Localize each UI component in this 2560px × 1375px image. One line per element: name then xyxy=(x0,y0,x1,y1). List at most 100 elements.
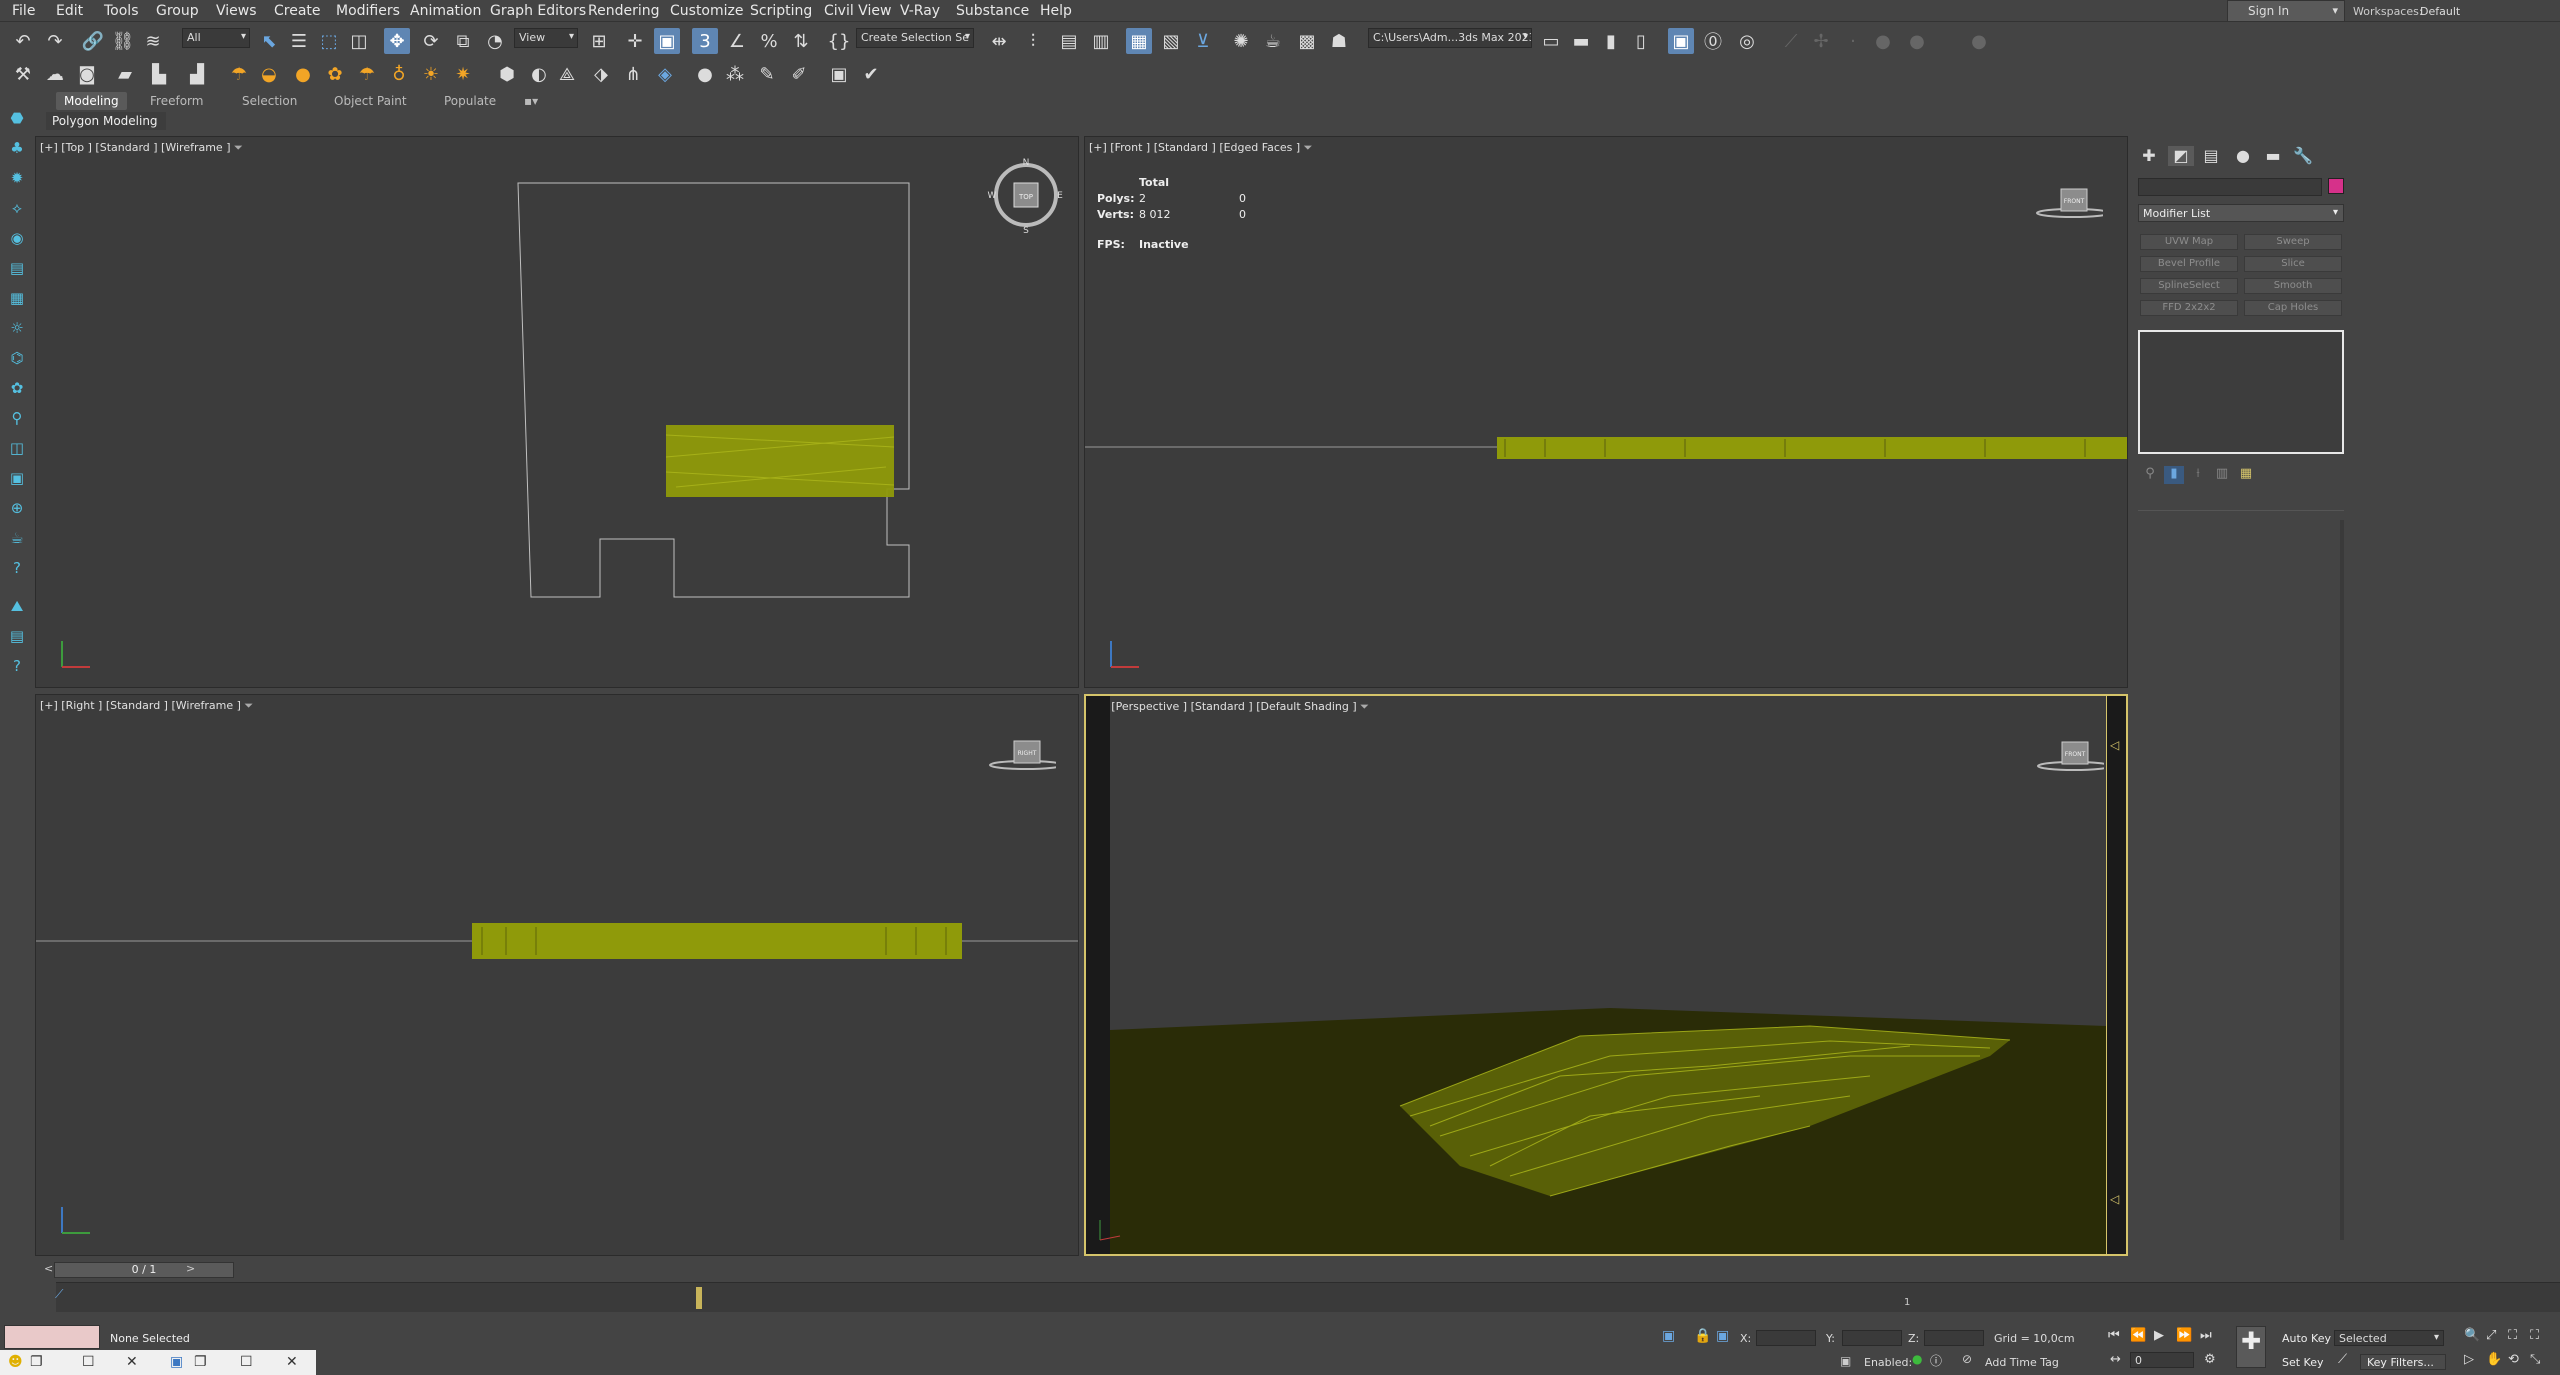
rectangular-selection-icon[interactable]: ⬚ xyxy=(316,28,342,54)
create-camera-icon[interactable]: ⟡ xyxy=(5,196,29,220)
adaptive-degradation-icon[interactable]: ▣ xyxy=(1840,1354,1851,1368)
reference-coordinate-dropdown[interactable]: View xyxy=(514,28,578,48)
menu-graph-editors[interactable]: Graph Editors xyxy=(490,3,586,19)
help-icon-2[interactable]: ? xyxy=(5,654,29,678)
paint-icon[interactable]: ✎ xyxy=(754,61,780,87)
angle-snap-icon[interactable]: ∠ xyxy=(724,28,750,54)
vray-interactive-icon[interactable]: ▮ xyxy=(1598,28,1624,54)
next-frame-icon[interactable]: ⏩ xyxy=(2176,1328,2192,1343)
percent-snap-icon[interactable]: % xyxy=(756,28,782,54)
vray-logo-icon[interactable]: ✔ xyxy=(858,61,884,87)
prev-frame-icon[interactable]: < xyxy=(44,1262,53,1275)
viewport-top[interactable]: [+] [Top ] [Standard ] [Wireframe ] TOP … xyxy=(35,136,1079,688)
vray-decal-icon[interactable]: ◈ xyxy=(652,61,678,87)
vray-scene-icon[interactable]: ▟ xyxy=(184,61,210,87)
modify-tab-icon[interactable]: ◩ xyxy=(2168,146,2194,166)
menu-help[interactable]: Help xyxy=(1040,3,1072,19)
hammer-icon[interactable]: ⚒ xyxy=(10,61,36,87)
utilities-tab-icon[interactable]: 🔧 xyxy=(2290,146,2316,166)
viewport-right[interactable]: [+] [Right ] [Standard ] [Wireframe ] RI… xyxy=(35,694,1079,1256)
create-tab-icon[interactable]: ✚ xyxy=(2136,146,2162,166)
tab-modeling[interactable]: Modeling xyxy=(56,92,127,110)
viewcube-front[interactable]: FRONT xyxy=(2033,173,2103,223)
mod-bevel-profile-button[interactable]: Bevel Profile xyxy=(2140,256,2238,272)
set-key-button[interactable]: Set Key xyxy=(2282,1356,2324,1369)
pan-icon[interactable]: ✋ xyxy=(2486,1352,2502,1367)
multi-sphere-icon[interactable]: ⁂ xyxy=(722,61,748,87)
make-unique-icon[interactable]: ⟊ xyxy=(2188,466,2208,484)
rotate-icon[interactable]: ⟳ xyxy=(418,28,444,54)
time-config-icon[interactable]: ⚙ xyxy=(2204,1352,2216,1367)
max-app-icon[interactable]: ▣ xyxy=(170,1354,183,1370)
create-geometry-icon[interactable]: ⬣ xyxy=(5,106,29,130)
modifier-stack[interactable] xyxy=(2138,330,2344,454)
menu-modifiers[interactable]: Modifiers xyxy=(336,3,400,19)
vray-dome-light-icon[interactable]: ◒ xyxy=(256,61,282,87)
menu-file[interactable]: File xyxy=(12,3,35,19)
field-of-view-icon[interactable]: ▷ xyxy=(2464,1352,2474,1367)
restore-icon[interactable]: ❐ xyxy=(30,1354,43,1370)
display-icon[interactable]: ⚲ xyxy=(5,406,29,430)
snap-plane-icon[interactable]: ⊕ xyxy=(5,496,29,520)
scene-explorer-icon[interactable]: ⛰ xyxy=(5,594,29,618)
menu-edit[interactable]: Edit xyxy=(56,3,83,19)
maxscript-listener[interactable] xyxy=(4,1325,100,1349)
render-production-icon[interactable]: ☗ xyxy=(1326,28,1352,54)
place-icon[interactable]: ◔ xyxy=(482,28,508,54)
key-filters-button[interactable]: Key Filters... xyxy=(2360,1354,2446,1370)
enabled-status-icon[interactable]: ● xyxy=(1912,1352,1922,1366)
vray-fur-icon[interactable]: ▙ xyxy=(146,61,172,87)
vray-grass-icon[interactable]: ⋔ xyxy=(620,61,646,87)
vray-proxy-icon[interactable]: ▰ xyxy=(112,61,138,87)
pin-stack-icon[interactable]: ⚲ xyxy=(2140,466,2160,484)
mirror-icon[interactable]: ⇹ xyxy=(986,28,1012,54)
disabled-tool-icon-3[interactable]: · xyxy=(1840,28,1866,54)
remove-modifier-icon[interactable]: ▥ xyxy=(2212,466,2232,484)
restore-icon-2[interactable]: ❐ xyxy=(194,1354,207,1370)
create-light-icon[interactable]: ✹ xyxy=(5,166,29,190)
maximize-icon[interactable]: ☐ xyxy=(82,1354,95,1370)
named-selection-dropdown[interactable]: Create Selection Se xyxy=(856,28,974,48)
select-by-name-icon[interactable]: ☰ xyxy=(286,28,312,54)
menu-tools[interactable]: Tools xyxy=(104,3,139,19)
window-crossing-icon[interactable]: ◫ xyxy=(346,28,372,54)
schematic-view-icon[interactable]: ⊻ xyxy=(1190,28,1216,54)
set-keys-button[interactable]: ✚ xyxy=(2236,1326,2266,1368)
x-coordinate-field[interactable] xyxy=(1756,1330,1816,1346)
menu-substance[interactable]: Substance xyxy=(956,3,1029,19)
time-tag-icon[interactable]: ⊘ xyxy=(1962,1352,1972,1366)
vray-license-icon[interactable]: ⓪ xyxy=(1700,28,1726,54)
project-folder-dropdown[interactable]: C:\Users\Adm...3ds Max 2023 xyxy=(1368,28,1532,48)
disabled-tool-icon-5[interactable]: ● xyxy=(1904,28,1930,54)
mod-sweep-button[interactable]: Sweep xyxy=(2244,234,2342,250)
show-end-result-icon[interactable]: ▮ xyxy=(2164,466,2184,484)
zoom-all-icon[interactable]: ⤢ xyxy=(2486,1328,2496,1343)
vray-vfb-icon[interactable]: ▣ xyxy=(826,61,852,87)
disabled-tool-icon-2[interactable]: ✢ xyxy=(1808,28,1834,54)
vray-cloud-icon[interactable]: ◎ xyxy=(1734,28,1760,54)
link-icon[interactable]: 🔗 xyxy=(80,28,106,54)
modifier-list-dropdown[interactable]: Modifier List xyxy=(2138,204,2344,222)
time-slider-handle[interactable]: 0 / 1 xyxy=(54,1262,234,1278)
modify-icon[interactable]: ☼ xyxy=(5,316,29,340)
menu-rendering[interactable]: Rendering xyxy=(588,3,660,19)
viewcube-right[interactable]: RIGHT xyxy=(986,725,1056,775)
isolate-selection-icon[interactable]: ▣ xyxy=(1662,1328,1675,1344)
sphere-icon[interactable]: ● xyxy=(692,61,718,87)
selection-filter-dropdown[interactable]: All xyxy=(182,28,250,48)
next-frame-icon[interactable]: > xyxy=(186,1262,195,1275)
hierarchy-icon[interactable]: ⌬ xyxy=(5,346,29,370)
configure-modifier-sets-icon[interactable]: ▦ xyxy=(2236,466,2256,484)
auto-key-button[interactable]: Auto Key xyxy=(2282,1332,2331,1345)
move-icon[interactable]: ✥ xyxy=(384,28,410,54)
curve-editor-mini-icon[interactable]: ⟋ xyxy=(55,1287,63,1302)
menu-scripting[interactable]: Scripting xyxy=(750,3,812,19)
close-icon-2[interactable]: ✕ xyxy=(286,1354,298,1370)
play-icon[interactable]: ▶ xyxy=(2154,1328,2164,1343)
bind-space-warp-icon[interactable]: ≋ xyxy=(140,28,166,54)
compass-viewcube[interactable]: TOP N S E W xyxy=(986,155,1066,235)
render-setup-icon[interactable]: ☕ xyxy=(1260,28,1286,54)
menu-vray[interactable]: V-Ray xyxy=(900,3,940,19)
tab-object-paint[interactable]: Object Paint xyxy=(326,92,415,110)
scale-icon[interactable]: ⧉ xyxy=(450,28,476,54)
